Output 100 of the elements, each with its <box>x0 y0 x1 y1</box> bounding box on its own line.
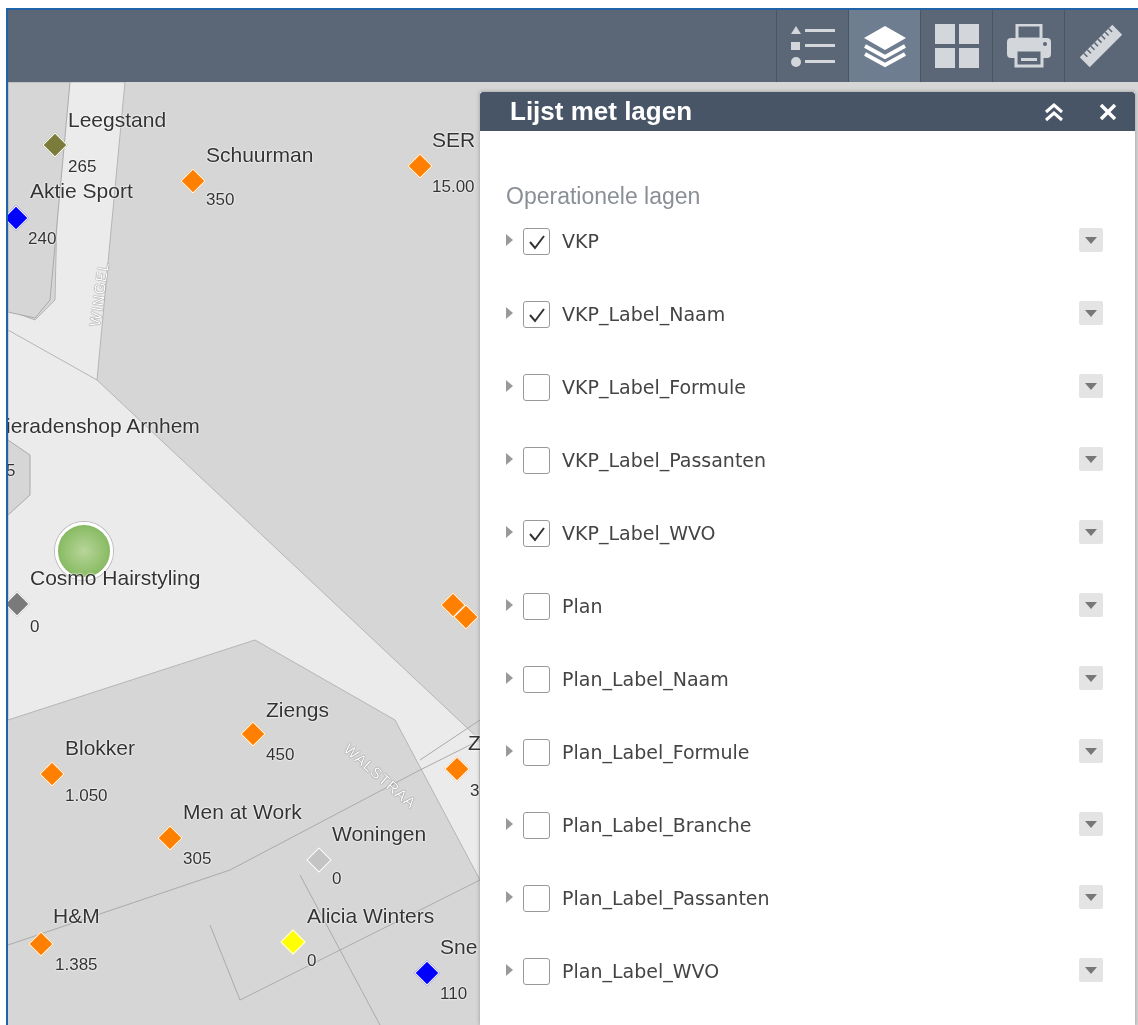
feature-value-label: 1.050 <box>65 786 108 806</box>
layer-checkbox[interactable] <box>523 520 550 547</box>
caret-icon <box>1085 309 1097 317</box>
layer-name: VKP <box>562 229 600 254</box>
feature-name-label: H&M <box>53 904 100 928</box>
layer-checkbox[interactable] <box>523 301 550 328</box>
caret-icon <box>506 234 513 246</box>
layer-menu-button[interactable] <box>1079 520 1103 544</box>
collapse-button[interactable] <box>1043 101 1065 122</box>
layer-name: Plan_Label_Formule <box>562 740 751 766</box>
layer-name: VKP_Label_Passanten <box>562 448 768 474</box>
panel-title: Lijst met lagen <box>510 96 694 127</box>
layer-menu-button[interactable] <box>1079 958 1103 982</box>
expand-button[interactable] <box>506 599 513 611</box>
layer-name: Plan_Label_Branche <box>562 813 753 839</box>
caret-icon <box>506 745 513 757</box>
feature-name-label: Men at Work <box>183 800 302 824</box>
printer-icon <box>1005 24 1052 68</box>
layer-checkbox[interactable] <box>523 228 550 255</box>
layer-name: VKP_Label_WVO <box>562 521 717 547</box>
caret-icon <box>506 672 513 684</box>
caret-icon <box>1085 236 1097 244</box>
expand-button[interactable] <box>506 745 513 757</box>
caret-icon <box>506 964 513 976</box>
feature-name-label: Alicia Winters <box>307 904 435 928</box>
close-icon <box>1099 102 1117 121</box>
feature-value-label: 0 <box>332 869 342 889</box>
street-label: WINGEL <box>86 260 112 328</box>
feature-value-label: 15.00 <box>432 177 475 197</box>
feature-name-label: SER <box>432 128 476 152</box>
layer-checkbox[interactable] <box>523 447 550 474</box>
layer-menu-button[interactable] <box>1079 228 1103 252</box>
feature-value-label: 3 <box>470 781 480 801</box>
feature-name-label: Sne <box>440 935 478 959</box>
expand-button[interactable] <box>506 380 513 392</box>
feature-value-label: 1.385 <box>55 955 98 975</box>
caret-icon <box>506 307 513 319</box>
layer-checkbox[interactable] <box>523 812 550 839</box>
feature-value-label: 450 <box>266 745 295 765</box>
legend-icon <box>789 24 836 68</box>
check-icon <box>527 306 546 323</box>
caret-icon <box>1085 966 1097 974</box>
layer-name: Plan_Label_WVO <box>562 959 721 985</box>
feature-value-label: 0 <box>307 951 317 971</box>
check-icon <box>527 233 546 250</box>
feature-name-label: Woningen <box>332 822 427 846</box>
feature-value-label: 265 <box>68 157 97 177</box>
feature-name-label: Ziengs <box>266 698 330 722</box>
layer-menu-button[interactable] <box>1079 739 1103 763</box>
layers-tool-button[interactable] <box>848 10 920 82</box>
feature-name-label: Blokker <box>65 736 136 760</box>
feature-value-label: 110 <box>440 984 468 1004</box>
layers-icon <box>861 24 908 68</box>
layer-checkbox[interactable] <box>523 885 550 912</box>
feature-name-label: Schuurman <box>206 143 314 167</box>
feature-name-label: Cosmo Hairstyling <box>30 566 201 590</box>
layer-menu-button[interactable] <box>1079 666 1103 690</box>
feature-name-label: Aktie Sport <box>30 179 133 203</box>
layer-checkbox[interactable] <box>523 666 550 693</box>
layer-menu-button[interactable] <box>1079 593 1103 617</box>
caret-icon <box>506 526 513 538</box>
expand-button[interactable] <box>506 307 513 319</box>
caret-icon <box>506 599 513 611</box>
caret-icon <box>506 453 513 465</box>
feature-value-label: 0 <box>30 617 40 637</box>
expand-button[interactable] <box>506 453 513 465</box>
layer-menu-button[interactable] <box>1079 374 1103 398</box>
layer-name: VKP_Label_Formule <box>562 375 748 401</box>
layer-name: Plan <box>562 594 604 619</box>
feature-value-label: 305 <box>183 849 212 869</box>
layer-checkbox[interactable] <box>523 739 550 766</box>
layer-checkbox[interactable] <box>523 593 550 620</box>
caret-icon <box>506 891 513 903</box>
feature-name-label: Leegstand <box>68 108 167 132</box>
caret-icon <box>506 818 513 830</box>
caret-icon <box>1085 382 1097 390</box>
layer-checkbox[interactable] <box>523 374 550 401</box>
expand-button[interactable] <box>506 818 513 830</box>
expand-button[interactable] <box>506 891 513 903</box>
double-chevron-icon <box>1043 101 1065 122</box>
expand-button[interactable] <box>506 526 513 538</box>
feature-name-label: ieradenshop Arnhem <box>8 414 200 438</box>
close-button[interactable] <box>1099 102 1117 121</box>
layer-name: VKP_Label_Naam <box>562 302 727 328</box>
layer-menu-button[interactable] <box>1079 812 1103 836</box>
layer-checkbox[interactable] <box>523 958 550 985</box>
layer-menu-button[interactable] <box>1079 447 1103 471</box>
feature-value-label: 350 <box>206 190 235 210</box>
caret-icon <box>1085 820 1097 828</box>
layer-menu-button[interactable] <box>1079 885 1103 909</box>
caret-icon <box>1085 528 1097 536</box>
expand-button[interactable] <box>506 964 513 976</box>
layer-menu-button[interactable] <box>1079 301 1103 325</box>
layer-name: Plan_Label_Passanten <box>562 886 771 912</box>
caret-icon <box>1085 455 1097 463</box>
expand-button[interactable] <box>506 234 513 246</box>
caret-icon <box>1085 747 1097 755</box>
caret-icon <box>1085 674 1097 682</box>
caret-icon <box>506 380 513 392</box>
expand-button[interactable] <box>506 672 513 684</box>
